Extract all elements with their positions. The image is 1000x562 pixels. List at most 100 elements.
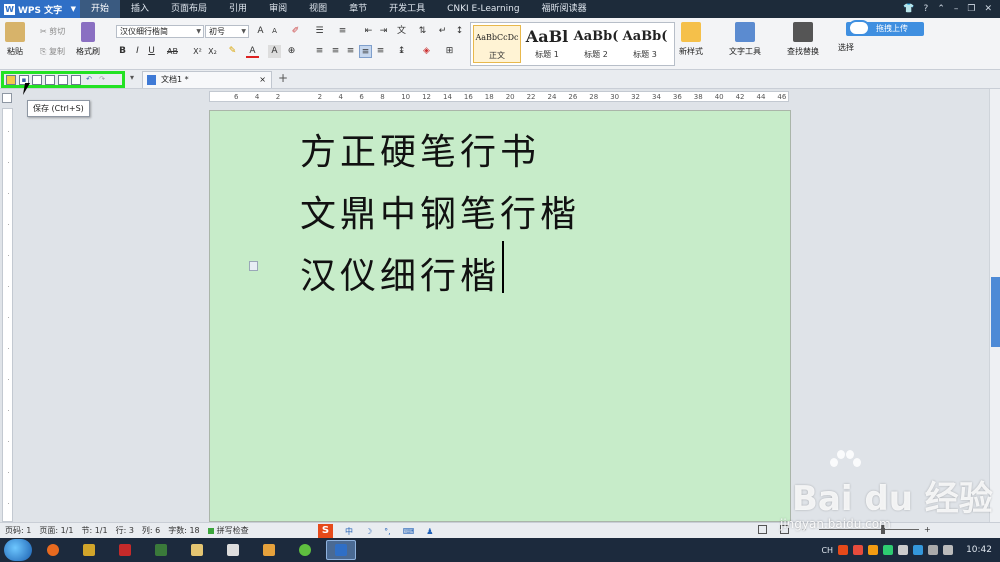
underline-icon[interactable]: U bbox=[145, 45, 158, 58]
line-spacing-icon[interactable]: ↕ bbox=[453, 25, 466, 38]
punctuation-icon[interactable]: °, bbox=[384, 527, 391, 536]
print-preview-icon[interactable] bbox=[58, 74, 68, 85]
qat-more-icon[interactable]: ▾ bbox=[130, 73, 134, 82]
minimize-icon[interactable]: – bbox=[954, 4, 959, 14]
tray-ime-icon[interactable] bbox=[838, 545, 849, 555]
undo-icon[interactable]: ↶ bbox=[84, 75, 94, 85]
close-tab-icon[interactable]: × bbox=[259, 72, 266, 88]
redo-icon[interactable]: ↷ bbox=[97, 75, 107, 85]
language-indicator[interactable]: CH bbox=[821, 546, 833, 555]
align-left-icon[interactable]: ≡ bbox=[313, 45, 326, 58]
chinese-layout-icon[interactable]: 文 bbox=[395, 25, 408, 38]
tab-home[interactable]: 开始 bbox=[80, 0, 121, 18]
vertical-ruler[interactable]: · · · · · · · · · · · · · bbox=[2, 108, 13, 522]
tab-insert[interactable]: 插入 bbox=[120, 0, 160, 18]
zoom-out-icon[interactable]: – bbox=[802, 525, 806, 534]
clear-format-icon[interactable]: ✐ bbox=[289, 25, 302, 38]
justify-icon[interactable]: ≡ bbox=[359, 45, 372, 58]
tab-foxit[interactable]: 福昕阅读器 bbox=[531, 0, 598, 18]
help-icon[interactable]: ? bbox=[924, 4, 929, 14]
font-name-select[interactable]: 汉仪细行楷简 ▼ bbox=[116, 25, 204, 38]
paragraph-handle-icon[interactable] bbox=[249, 261, 258, 271]
taskbar-app7[interactable] bbox=[254, 540, 284, 560]
shrink-font-icon[interactable]: A bbox=[268, 25, 281, 38]
taskbar-wps[interactable] bbox=[326, 540, 356, 560]
skin-icon[interactable]: 👕 bbox=[903, 4, 914, 14]
text-tools-button[interactable]: 文字工具 bbox=[729, 22, 761, 57]
ruler-toggle[interactable] bbox=[2, 93, 12, 103]
grow-font-icon[interactable]: A bbox=[254, 25, 267, 38]
zoom-in-icon[interactable]: + bbox=[924, 525, 931, 534]
numbering-icon[interactable]: ≡ bbox=[336, 25, 349, 38]
status-word-count[interactable]: 字数: 18 bbox=[168, 525, 199, 536]
output-pdf-icon[interactable] bbox=[32, 74, 42, 85]
open-icon[interactable] bbox=[6, 74, 16, 85]
style-heading-3[interactable]: AaBb( 标题 3 bbox=[621, 25, 669, 63]
collapse-ribbon-icon[interactable]: ⌃ bbox=[937, 4, 945, 14]
read-view-icon[interactable] bbox=[780, 525, 789, 534]
superscript-icon[interactable]: X² bbox=[191, 45, 204, 58]
style-heading-1[interactable]: AaBl 标题 1 bbox=[523, 25, 571, 63]
align-center-icon[interactable]: ≡ bbox=[329, 45, 342, 58]
vertical-scrollbar[interactable] bbox=[989, 89, 1000, 522]
new-icon[interactable] bbox=[71, 74, 81, 85]
tab-cnki[interactable]: CNKI E-Learning bbox=[436, 0, 530, 18]
shading-icon[interactable]: ◈ bbox=[420, 45, 433, 58]
select-button[interactable]: 选择 bbox=[838, 42, 854, 53]
document-page[interactable]: 方正硬笔行书 文鼎中钢笔行楷 汉仪细行楷 bbox=[209, 110, 791, 522]
moon-icon[interactable]: ☽ bbox=[365, 527, 372, 536]
subscript-icon[interactable]: X₂ bbox=[206, 45, 219, 58]
bullets-icon[interactable]: ☰ bbox=[313, 25, 326, 38]
highlight-icon[interactable]: ✎ bbox=[226, 45, 239, 58]
taskbar-wechat[interactable] bbox=[290, 540, 320, 560]
align-right-icon[interactable]: ≡ bbox=[344, 45, 357, 58]
tab-review[interactable]: 审阅 bbox=[258, 0, 298, 18]
find-replace-button[interactable]: 查找替换 bbox=[787, 22, 819, 57]
char-shading-icon[interactable]: A bbox=[268, 45, 281, 58]
distribute-icon[interactable]: ≡ bbox=[374, 45, 387, 58]
show-marks-icon[interactable]: ↵ bbox=[436, 25, 449, 38]
keyboard-icon[interactable]: ⌨ bbox=[403, 527, 415, 536]
volume-icon[interactable] bbox=[943, 545, 954, 555]
drag-upload-button[interactable]: 拖拽上传 bbox=[846, 20, 924, 36]
paste-button[interactable]: 粘贴 bbox=[5, 22, 25, 57]
taskbar-chat[interactable] bbox=[218, 540, 248, 560]
borders-icon[interactable]: ⊞ bbox=[443, 45, 456, 58]
page-view-icon[interactable] bbox=[758, 525, 767, 534]
format-painter-button[interactable]: 格式刷 bbox=[76, 22, 100, 57]
cut-button[interactable]: ✂ 剪切 bbox=[40, 26, 65, 37]
tray-app-icon[interactable] bbox=[853, 545, 864, 555]
char-border-icon[interactable]: ⊕ bbox=[285, 45, 298, 58]
tab-page-layout[interactable]: 页面布局 bbox=[160, 0, 218, 18]
zoom-slider[interactable] bbox=[819, 525, 919, 534]
tray-app-icon[interactable] bbox=[868, 545, 879, 555]
new-tab-button[interactable]: + bbox=[278, 71, 288, 85]
font-color-icon[interactable]: A bbox=[246, 45, 259, 58]
horizontal-ruler[interactable]: 6 4 2 2 4 6 8 10 12 14 16 18 20 22 24 26 28 30 32 34 36 38 40 4… bbox=[209, 91, 789, 102]
restore-icon[interactable]: ❐ bbox=[967, 4, 975, 14]
tab-view[interactable]: 视图 bbox=[298, 0, 338, 18]
sogou-ime-icon[interactable]: S bbox=[318, 524, 333, 538]
user-icon[interactable]: ♟ bbox=[426, 527, 433, 536]
print-icon[interactable] bbox=[45, 74, 55, 85]
start-button[interactable] bbox=[4, 539, 32, 561]
tray-app-icon[interactable] bbox=[883, 545, 894, 555]
style-heading-2[interactable]: AaBb( 标题 2 bbox=[572, 25, 620, 63]
app-menu-button[interactable]: W WPS 文字 ▼ bbox=[0, 0, 80, 18]
line-height-icon[interactable]: ↨ bbox=[395, 45, 408, 58]
taskbar-explorer[interactable] bbox=[182, 540, 212, 560]
copy-button[interactable]: ⎘ 复制 bbox=[40, 46, 65, 57]
tray-app-icon[interactable] bbox=[913, 545, 924, 555]
taskbar-app3[interactable] bbox=[110, 540, 140, 560]
taskbar-app4[interactable] bbox=[146, 540, 176, 560]
scroll-thumb[interactable] bbox=[991, 277, 1000, 347]
network-icon[interactable] bbox=[928, 545, 939, 555]
spell-check-button[interactable]: 拼写检查 bbox=[207, 525, 257, 536]
taskbar-notes[interactable] bbox=[74, 540, 104, 560]
italic-icon[interactable]: I bbox=[131, 45, 144, 58]
tab-section[interactable]: 章节 bbox=[338, 0, 378, 18]
document-tab[interactable]: 文档1 * × bbox=[142, 71, 272, 88]
close-icon[interactable]: ✕ bbox=[984, 4, 992, 14]
zoom-slider-knob[interactable] bbox=[881, 525, 885, 534]
new-style-button[interactable]: 新样式 bbox=[679, 22, 703, 57]
